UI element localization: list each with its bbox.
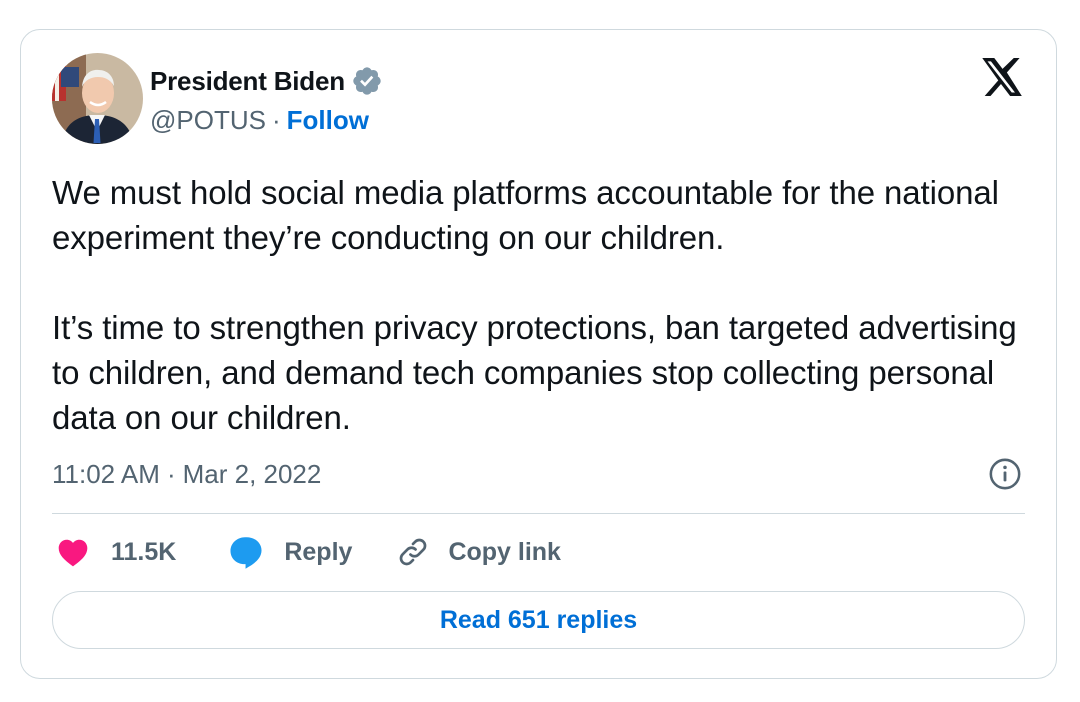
x-logo-icon[interactable]	[982, 58, 1024, 96]
reply-button[interactable]: Reply	[228, 535, 352, 569]
tweet-text: We must hold social media platforms acco…	[52, 170, 1027, 440]
author-handle[interactable]: @POTUS	[150, 105, 266, 136]
info-icon[interactable]	[988, 457, 1022, 491]
heart-icon	[58, 539, 88, 567]
verified-badge-icon[interactable]	[351, 65, 383, 97]
handle-separator: ·	[271, 104, 281, 135]
tweet-paragraph: We must hold social media platforms acco…	[52, 174, 999, 256]
reply-label: Reply	[284, 537, 353, 566]
copy-link-label: Copy link	[448, 537, 561, 566]
author-name-row: President Biden	[150, 64, 383, 98]
timestamp-separator: ·	[166, 458, 176, 489]
tweet-time: 11:02 AM	[52, 458, 160, 489]
read-replies-button[interactable]: Read 651 replies	[52, 591, 1025, 649]
tweet-card: President Biden @POTUS · Follow We must …	[20, 29, 1057, 679]
tweet-date: Mar 2, 2022	[182, 458, 322, 489]
tweet-timestamp[interactable]: 11:02 AM · Mar 2, 2022	[52, 455, 321, 493]
like-count: 11.5K	[111, 537, 177, 566]
copy-link-button[interactable]: Copy link	[396, 535, 561, 569]
speech-bubble-icon	[230, 537, 262, 569]
action-bar: 11.5K Reply Copy link	[56, 532, 561, 572]
author-handle-row: @POTUS · Follow	[150, 103, 369, 137]
author-display-name[interactable]: President Biden	[150, 66, 345, 97]
link-icon	[400, 538, 427, 566]
follow-button[interactable]: Follow	[287, 105, 369, 136]
avatar[interactable]	[52, 53, 143, 144]
divider	[52, 513, 1025, 514]
tweet-paragraph: It’s time to strengthen privacy protecti…	[52, 309, 1017, 436]
like-button[interactable]: 11.5K	[56, 537, 176, 567]
